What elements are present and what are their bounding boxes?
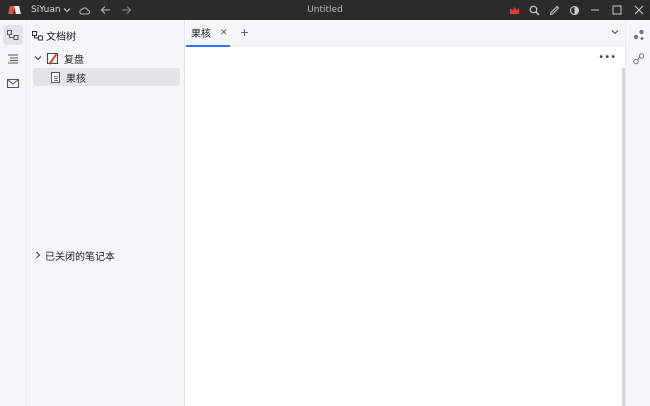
arrow-left-icon bbox=[100, 6, 111, 14]
right-dock bbox=[625, 20, 650, 406]
left-dock bbox=[0, 20, 27, 406]
siyuan-logo-icon[interactable] bbox=[9, 5, 21, 15]
dock-file-tree-button[interactable] bbox=[3, 25, 23, 45]
dock-global-graph-button[interactable] bbox=[630, 50, 647, 67]
graph-icon bbox=[633, 29, 644, 40]
vip-button[interactable] bbox=[504, 3, 524, 17]
more-icon[interactable]: ••• bbox=[598, 52, 616, 63]
dock-graph-button[interactable] bbox=[630, 26, 647, 43]
mail-icon bbox=[7, 78, 19, 88]
cloud-sync-button[interactable] bbox=[78, 3, 92, 17]
global-graph-icon bbox=[632, 52, 644, 64]
chevron-down-icon[interactable] bbox=[611, 28, 619, 39]
edit-mode-button[interactable] bbox=[544, 3, 564, 17]
chevron-down-icon bbox=[63, 8, 70, 13]
dock-outline-button[interactable] bbox=[3, 49, 23, 69]
tab-label: 果核 bbox=[191, 29, 211, 40]
outline-icon bbox=[8, 54, 18, 64]
editor-area[interactable]: ••• bbox=[186, 47, 622, 406]
notebook-icon bbox=[47, 52, 58, 64]
file-tree-header: 文档树 bbox=[32, 28, 76, 43]
contrast-icon bbox=[569, 5, 579, 15]
search-button[interactable] bbox=[524, 3, 544, 17]
dock-inbox-button[interactable] bbox=[3, 73, 23, 93]
close-icon[interactable]: ✕ bbox=[220, 28, 228, 38]
crown-icon bbox=[509, 6, 519, 14]
doc-name: 果核 bbox=[66, 73, 86, 85]
doc-item[interactable]: 果核 bbox=[33, 68, 180, 86]
file-tree-icon bbox=[32, 30, 43, 40]
file-tree-title: 文档树 bbox=[46, 32, 76, 43]
title-bar: SiYuan Untitled bbox=[0, 0, 650, 20]
maximize-button[interactable] bbox=[606, 0, 628, 20]
document-icon bbox=[51, 71, 60, 83]
workspace-switcher[interactable]: SiYuan bbox=[31, 5, 71, 15]
file-tree-icon bbox=[7, 29, 19, 40]
search-icon bbox=[529, 5, 539, 15]
plus-icon[interactable]: + bbox=[240, 26, 249, 39]
theme-toggle-button[interactable] bbox=[564, 3, 584, 17]
forward-button[interactable] bbox=[120, 3, 134, 17]
cloud-icon bbox=[79, 6, 91, 14]
minimize-icon bbox=[591, 9, 599, 11]
chevron-down-icon[interactable] bbox=[33, 53, 43, 63]
workspace-name: SiYuan bbox=[31, 5, 61, 15]
closed-notebooks-toggle[interactable]: 已关闭的笔记本 bbox=[33, 246, 180, 264]
notebook-item[interactable]: 复盘 bbox=[33, 49, 180, 67]
tab-bar: 果核 ✕ + bbox=[186, 20, 625, 47]
back-button[interactable] bbox=[99, 3, 113, 17]
maximize-icon bbox=[612, 5, 622, 15]
notebook-name: 复盘 bbox=[64, 54, 84, 66]
pen-icon bbox=[549, 5, 559, 15]
close-icon bbox=[634, 5, 644, 15]
chevron-right-icon[interactable] bbox=[33, 250, 43, 260]
tab-doc[interactable]: 果核 ✕ bbox=[186, 20, 230, 47]
close-window-button[interactable] bbox=[628, 0, 650, 20]
file-tree-panel: 文档树 复盘 果核 已关闭的笔记本 bbox=[27, 20, 185, 406]
arrow-right-icon bbox=[122, 6, 132, 14]
closed-notebooks-label: 已关闭的笔记本 bbox=[45, 251, 115, 263]
minimize-button[interactable] bbox=[584, 0, 606, 20]
